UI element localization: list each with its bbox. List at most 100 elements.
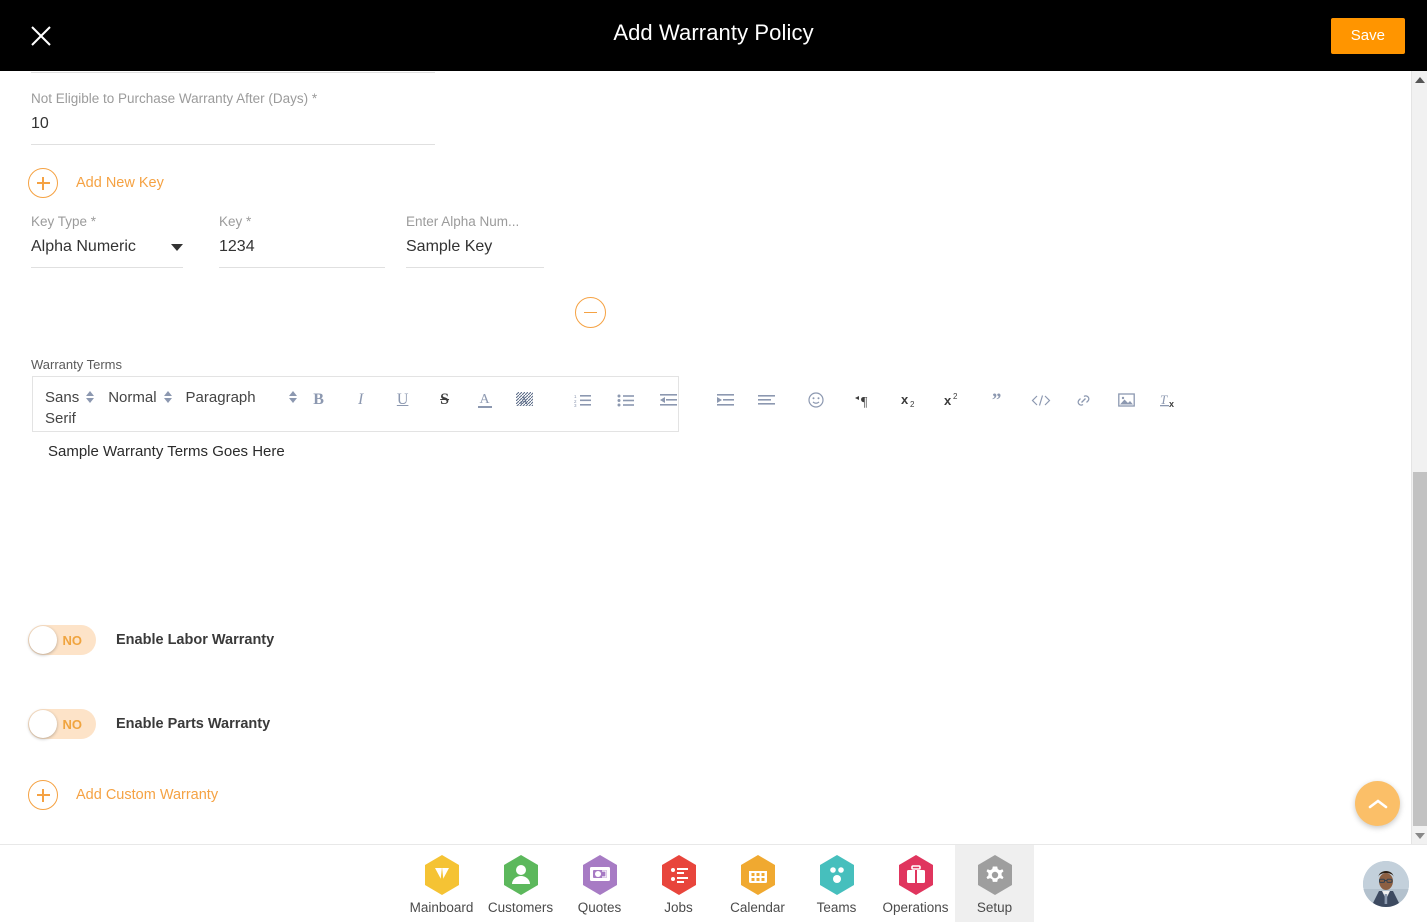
font-size-picker[interactable]: Normal bbox=[108, 387, 172, 408]
align-icon[interactable] bbox=[753, 387, 781, 413]
enable-parts-warranty-toggle[interactable]: NO bbox=[28, 709, 96, 739]
remove-key-button[interactable] bbox=[575, 297, 606, 328]
enable-parts-warranty-row[interactable]: NO Enable Parts Warranty bbox=[28, 709, 270, 739]
field-underline bbox=[31, 144, 435, 145]
nav-item-setup[interactable]: Setup bbox=[955, 845, 1034, 922]
scrollbar-thumb[interactable] bbox=[1413, 472, 1427, 826]
text-direction-icon[interactable]: ¶ bbox=[851, 387, 879, 413]
add-new-key-button[interactable]: Add New Key bbox=[28, 168, 164, 198]
block-style-picker[interactable]: Paragraph bbox=[186, 387, 297, 408]
italic-icon[interactable]: I bbox=[347, 387, 375, 413]
teams-icon bbox=[818, 854, 856, 896]
key-type-label: Key Type * bbox=[31, 214, 97, 229]
svg-text:3: 3 bbox=[574, 403, 577, 407]
nav-item-jobs[interactable]: Jobs bbox=[639, 845, 718, 922]
enable-labor-warranty-toggle[interactable]: NO bbox=[28, 625, 96, 655]
text-color-icon[interactable]: A bbox=[471, 387, 499, 413]
blockquote-icon[interactable]: ” bbox=[983, 387, 1011, 413]
rich-text-toolbar[interactable]: Sans Serif Normal Paragraph B I U S A A … bbox=[32, 376, 1174, 432]
page-title: Add Warranty Policy bbox=[613, 20, 814, 45]
updown-arrows-icon[interactable] bbox=[86, 391, 95, 403]
svg-text:x: x bbox=[1169, 399, 1174, 408]
emoji-icon[interactable] bbox=[802, 387, 830, 413]
nav-label: Teams bbox=[816, 899, 857, 915]
svg-text:x: x bbox=[901, 392, 909, 407]
enable-parts-warranty-label: Enable Parts Warranty bbox=[116, 716, 271, 732]
enable-labor-warranty-row[interactable]: NO Enable Labor Warranty bbox=[28, 625, 274, 655]
key-type-value: Alpha Numeric bbox=[31, 238, 136, 255]
setup-gear-icon bbox=[976, 854, 1014, 896]
nav-label: Setup bbox=[976, 899, 1013, 915]
font-family-picker[interactable]: Sans Serif bbox=[45, 387, 95, 429]
customers-icon bbox=[502, 854, 540, 896]
plus-circle-icon[interactable] bbox=[28, 780, 58, 810]
scroll-down-arrow[interactable] bbox=[1412, 827, 1427, 844]
underline-icon[interactable]: U bbox=[389, 387, 417, 413]
chevron-down-icon[interactable] bbox=[171, 243, 183, 251]
toggle-state-text: NO bbox=[62, 716, 83, 732]
not-eligible-days-label: Not Eligible to Purchase Warranty After … bbox=[31, 91, 318, 106]
previous-field-underline bbox=[31, 72, 435, 73]
outdent-icon[interactable] bbox=[655, 387, 683, 413]
ordered-list-icon[interactable]: 1 2 3 bbox=[569, 387, 597, 413]
bottom-navigation: Mainboard Customers Quotes Jobs Calendar… bbox=[0, 844, 1427, 922]
strikethrough-icon[interactable]: S bbox=[431, 387, 459, 413]
alpha-numeric-value[interactable]: Sample Key bbox=[406, 236, 544, 258]
nav-item-customers[interactable]: Customers bbox=[481, 845, 560, 922]
block-style-value: Paragraph bbox=[185, 389, 256, 406]
bullet-list-icon[interactable] bbox=[612, 387, 640, 413]
field-underline bbox=[219, 267, 385, 268]
key-field[interactable]: Key * 1234 bbox=[219, 214, 385, 268]
field-underline bbox=[406, 267, 544, 268]
code-block-icon[interactable] bbox=[1027, 387, 1055, 413]
clear-format-icon[interactable]: T x bbox=[1156, 387, 1184, 413]
svg-text:A: A bbox=[520, 395, 528, 407]
toggle-knob bbox=[29, 710, 57, 738]
updown-arrows-icon[interactable] bbox=[288, 391, 297, 403]
svg-text:x: x bbox=[944, 393, 952, 408]
plus-circle-icon[interactable] bbox=[28, 168, 58, 198]
enable-labor-warranty-label: Enable Labor Warranty bbox=[116, 632, 275, 648]
form-scroll-area: Not Eligible to Purchase Warranty After … bbox=[0, 71, 1411, 844]
superscript-icon[interactable]: x 2 bbox=[940, 387, 968, 413]
key-type-field[interactable]: Key Type * Alpha Numeric bbox=[31, 214, 183, 268]
svg-text:T: T bbox=[1160, 392, 1168, 407]
calendar-icon bbox=[739, 854, 777, 896]
not-eligible-days-field[interactable]: Not Eligible to Purchase Warranty After … bbox=[31, 91, 435, 145]
add-new-key-label: Add New Key bbox=[76, 175, 164, 191]
image-icon[interactable] bbox=[1113, 387, 1141, 413]
field-underline bbox=[31, 267, 183, 268]
minus-circle-icon bbox=[584, 311, 597, 314]
vertical-scrollbar[interactable] bbox=[1411, 71, 1427, 844]
nav-item-mainboard[interactable]: Mainboard bbox=[402, 845, 481, 922]
alpha-numeric-field[interactable]: Enter Alpha Num... Sample Key bbox=[406, 214, 544, 268]
save-button[interactable]: Save bbox=[1330, 18, 1405, 54]
warranty-terms-content: Sample Warranty Terms Goes Here bbox=[48, 443, 285, 460]
user-avatar[interactable] bbox=[1363, 861, 1409, 907]
key-value[interactable]: 1234 bbox=[219, 236, 385, 258]
nav-item-teams[interactable]: Teams bbox=[797, 845, 876, 922]
operations-icon bbox=[897, 854, 935, 896]
scroll-up-arrow[interactable] bbox=[1412, 71, 1427, 88]
updown-arrows-icon[interactable] bbox=[163, 391, 172, 403]
add-custom-warranty-button[interactable]: Add Custom Warranty bbox=[28, 780, 218, 810]
not-eligible-days-value[interactable]: 10 bbox=[31, 113, 435, 135]
nav-item-calendar[interactable]: Calendar bbox=[718, 845, 797, 922]
nav-label: Mainboard bbox=[409, 899, 474, 915]
nav-item-operations[interactable]: Operations bbox=[876, 845, 955, 922]
bold-icon[interactable]: B bbox=[305, 387, 333, 413]
key-label: Key * bbox=[219, 214, 252, 229]
jobs-icon bbox=[660, 854, 698, 896]
indent-icon[interactable] bbox=[712, 387, 740, 413]
warranty-terms-editor[interactable]: Sample Warranty Terms Goes Here bbox=[32, 437, 679, 466]
highlight-color-icon[interactable]: A bbox=[511, 387, 539, 413]
toggle-state-text: NO bbox=[62, 632, 83, 648]
font-size-value: Normal bbox=[108, 389, 157, 406]
link-icon[interactable] bbox=[1070, 387, 1098, 413]
nav-item-quotes[interactable]: Quotes bbox=[560, 845, 639, 922]
scroll-to-top-button[interactable] bbox=[1355, 781, 1400, 826]
nav-label: Quotes bbox=[577, 899, 622, 915]
add-custom-warranty-label: Add Custom Warranty bbox=[76, 787, 219, 803]
subscript-icon[interactable]: x 2 bbox=[897, 387, 925, 413]
app-header: Add Warranty Policy Save bbox=[0, 0, 1427, 71]
